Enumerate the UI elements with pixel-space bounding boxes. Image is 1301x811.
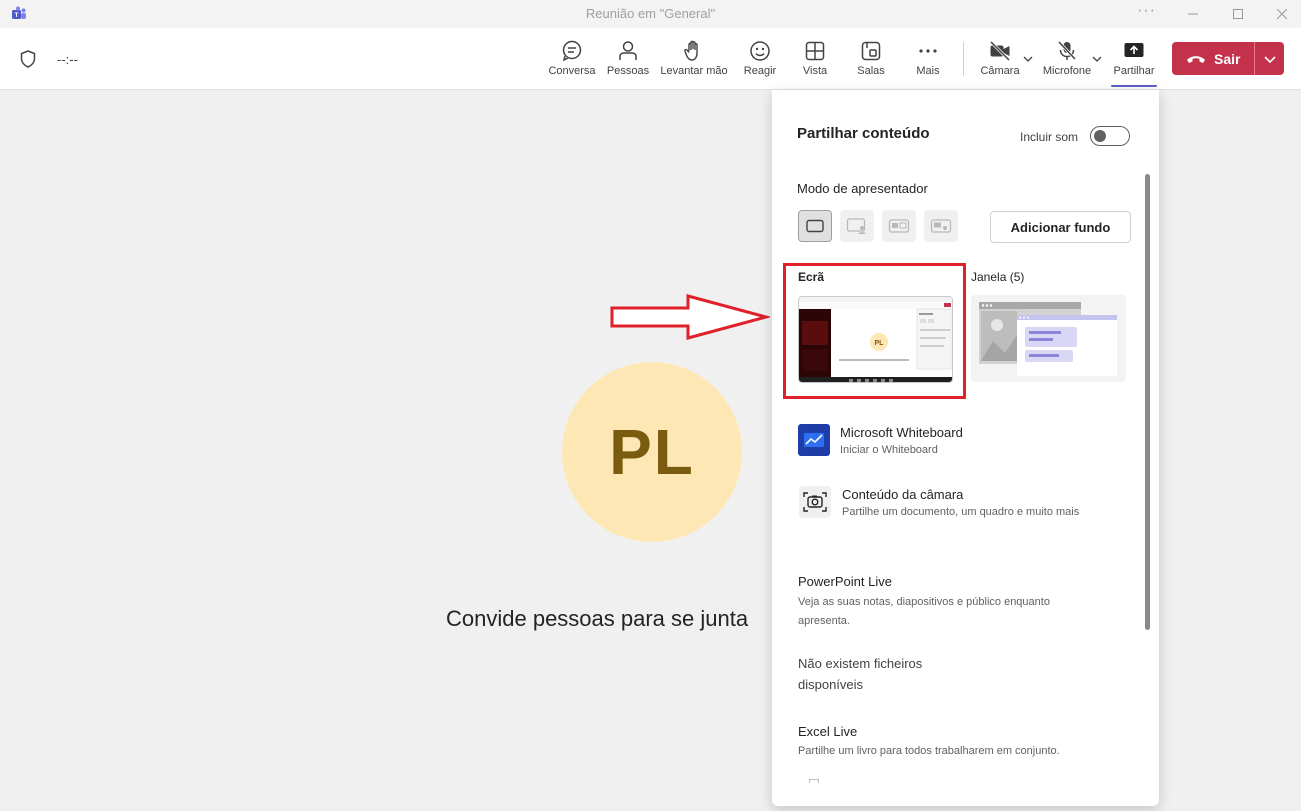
microphone-label: Microfone (1042, 65, 1092, 77)
leave-options-button[interactable] (1255, 52, 1284, 66)
raise-hand-button[interactable]: Levantar mão (659, 40, 729, 77)
react-button[interactable]: Reagir (741, 40, 779, 77)
camera-content-app-icon (799, 486, 831, 518)
no-files-message-1: Não existem ficheiros (798, 656, 923, 671)
window-label: Janela (5) (971, 270, 1025, 284)
minimize-button[interactable] (1173, 0, 1213, 28)
screen-highlight-box (783, 263, 966, 399)
chat-button[interactable]: Conversa (548, 40, 596, 77)
leave-label: Sair (1214, 50, 1241, 67)
powerpoint-live-description-1: Veja as suas notas, diapositivos e públi… (798, 596, 1050, 608)
window-title: Reunião em "General" (585, 6, 716, 21)
close-icon (1277, 9, 1287, 19)
more-options-icon[interactable]: ··· (1137, 2, 1156, 20)
more-button[interactable]: Mais (911, 40, 945, 77)
grid-view-icon (805, 41, 825, 61)
microphone-button[interactable]: Microfone (1041, 40, 1093, 77)
camera-capture-icon (803, 492, 827, 512)
maximize-icon (1233, 9, 1243, 19)
raise-hand-label: Levantar mão (660, 65, 728, 77)
standout-icon (846, 218, 866, 234)
view-button[interactable]: Vista (797, 40, 833, 77)
presenter-mode-label: Modo de apresentador (797, 181, 928, 196)
annotation-arrow-icon (610, 294, 770, 340)
content-only-icon (806, 219, 824, 233)
share-label: Partilhar (1113, 65, 1155, 77)
toggle-knob (1094, 130, 1106, 142)
whiteboard-subtitle: Iniciar o Whiteboard (840, 444, 938, 456)
side-by-side-icon (888, 219, 910, 233)
whiteboard-app-icon (798, 424, 830, 456)
window-illustration-icon (971, 295, 1126, 382)
chevron-down-icon (1263, 55, 1276, 63)
person-icon (619, 41, 637, 60)
camera-label: Câmara (980, 65, 1020, 77)
rooms-label: Salas (857, 65, 885, 77)
view-label: Vista (802, 65, 828, 77)
more-label: Mais (916, 65, 940, 77)
whiteboard-title: Microsoft Whiteboard (840, 425, 963, 440)
excel-live-description: Partilhe um livro para todos trabalharem… (798, 745, 1060, 757)
maximize-button[interactable] (1218, 0, 1258, 28)
leave-button[interactable]: Sair (1172, 42, 1254, 75)
include-sound-toggle[interactable] (1090, 126, 1130, 146)
panel-scrollbar[interactable] (1145, 174, 1150, 630)
camera-content-subtitle: Partilhe um documento, um quadro e muito… (842, 506, 1080, 518)
meeting-timer: --:-- (57, 52, 78, 67)
presenter-mode-side-by-side-button[interactable] (882, 210, 916, 242)
reporter-icon (930, 219, 952, 233)
whiteboard-option[interactable]: Microsoft Whiteboard Iniciar o Whiteboar… (840, 425, 963, 456)
meeting-toolbar: --:-- Conversa Pessoas Levantar mão Reag… (0, 28, 1301, 90)
people-button[interactable]: Pessoas (606, 40, 650, 77)
window-source-thumbnail[interactable] (971, 295, 1126, 382)
file-placeholder-icon (809, 779, 819, 783)
people-label: Pessoas (606, 65, 650, 77)
invite-message: Convide pessoas para se junta (446, 606, 749, 631)
add-background-button[interactable]: Adicionar fundo (990, 211, 1131, 243)
toolbar-divider (963, 42, 964, 76)
presenter-mode-reporter-button[interactable] (924, 210, 958, 242)
camera-button[interactable]: Câmara (980, 40, 1020, 77)
share-screen-icon (1124, 43, 1144, 57)
include-sound-label: Incluir som (1020, 130, 1079, 144)
share-content-panel: Partilhar conteúdo Incluir som Modo de a… (772, 90, 1159, 806)
camera-content-option[interactable]: Conteúdo da câmara Partilhe um documento… (842, 487, 1079, 518)
shield-icon[interactable] (20, 50, 36, 68)
camera-off-icon (989, 40, 1011, 62)
share-button[interactable]: Partilhar (1112, 40, 1156, 77)
rooms-button[interactable]: Salas (853, 40, 889, 77)
powerpoint-live-title: PowerPoint Live (798, 574, 892, 589)
panel-title: Partilhar conteúdo (797, 125, 930, 142)
title-bar: T Reunião em "General" ··· (0, 0, 1301, 28)
close-button[interactable] (1262, 0, 1301, 28)
mic-off-icon (1057, 40, 1077, 61)
chat-label: Conversa (548, 65, 596, 77)
camera-content-title: Conteúdo da câmara (842, 487, 964, 502)
powerpoint-live-description-2: apresenta. (798, 615, 850, 627)
smiley-icon (750, 41, 770, 61)
leave-button-group[interactable]: Sair (1172, 42, 1284, 75)
chevron-down-icon[interactable] (1022, 53, 1034, 65)
hang-up-icon (1187, 55, 1205, 63)
rooms-icon (861, 41, 881, 61)
chat-icon (562, 40, 582, 62)
react-label: Reagir (743, 65, 777, 77)
hand-icon (684, 40, 698, 61)
presenter-mode-content-only-button[interactable] (798, 210, 832, 242)
no-files-message-2: disponíveis (798, 677, 864, 692)
share-active-indicator (1111, 85, 1157, 87)
excel-live-title: Excel Live (798, 724, 858, 739)
presenter-mode-standout-button[interactable] (840, 210, 874, 242)
avatar: PL (562, 362, 742, 542)
minimize-icon (1188, 13, 1198, 15)
ellipsis-icon (919, 49, 937, 53)
whiteboard-icon (804, 433, 824, 447)
chevron-down-icon[interactable] (1091, 53, 1103, 65)
